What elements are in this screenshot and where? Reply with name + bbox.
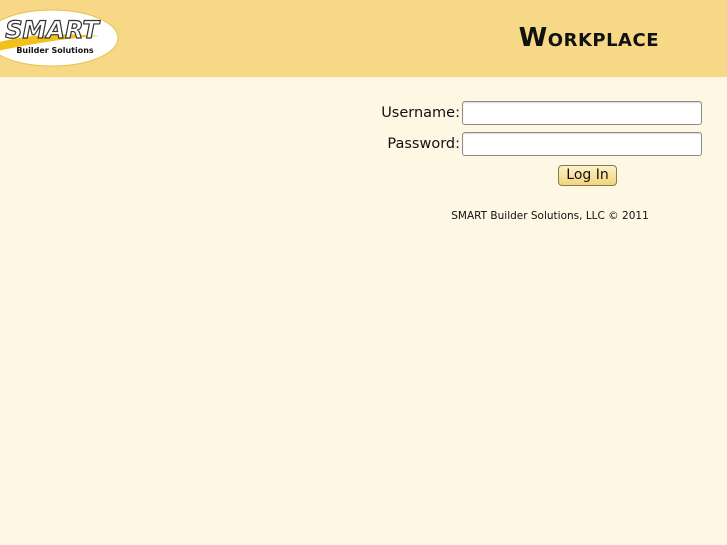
username-input[interactable] [462, 101, 702, 125]
password-input[interactable] [462, 132, 702, 156]
logo-wordmark: SMART [5, 16, 100, 44]
smart-logo: SMART Builder Solutions [0, 9, 119, 67]
username-label: Username: [381, 105, 460, 121]
login-button[interactable]: Log In [558, 165, 617, 186]
header-bar: SMART Builder Solutions Workplace [0, 0, 727, 77]
copyright-text: SMART Builder Solutions, LLC © 2011 [451, 210, 649, 222]
logo-subtext: Builder Solutions [16, 46, 94, 55]
page-title: Workplace [518, 23, 659, 53]
password-label: Password: [387, 136, 460, 152]
